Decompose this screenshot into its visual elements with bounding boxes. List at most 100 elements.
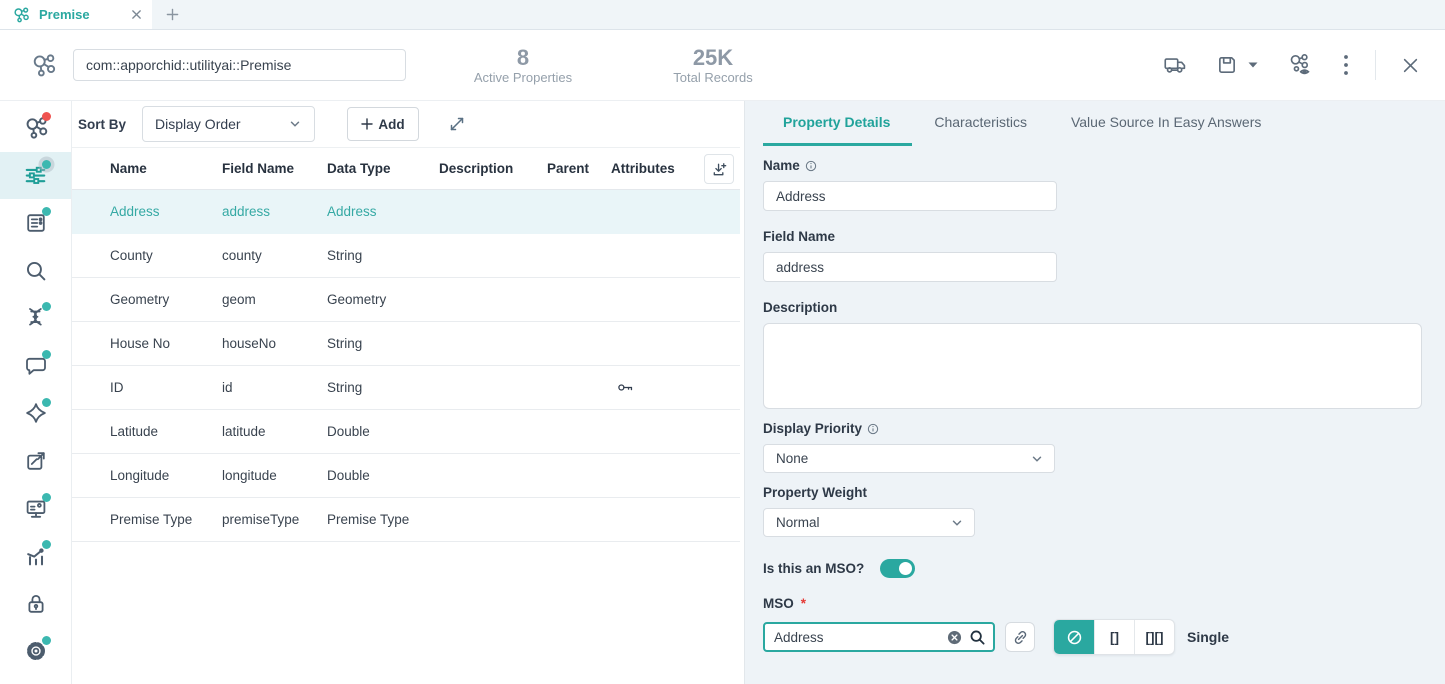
import-properties-button[interactable] (704, 154, 734, 184)
cardinality-double-array-button[interactable]: [][] (1134, 620, 1174, 654)
slash-circle-icon (1066, 629, 1083, 646)
cell-name: Latitude (110, 424, 222, 439)
cell-data-type: Address (327, 204, 439, 219)
graph-eye-icon (1287, 52, 1313, 78)
segment-label: [][] (1146, 630, 1164, 645)
cell-field-name: houseNo (222, 336, 327, 351)
property-weight-select[interactable]: Normal (763, 508, 975, 537)
notification-badge (42, 160, 51, 169)
entity-graph-icon (30, 52, 57, 79)
search-icon (24, 259, 48, 283)
cardinality-none-button[interactable] (1054, 620, 1094, 654)
mso-search-input[interactable] (774, 630, 940, 645)
description-field[interactable] (763, 323, 1422, 409)
chevron-down-icon (1030, 452, 1044, 466)
search-icon[interactable] (969, 629, 986, 646)
chevron-down-icon (950, 516, 964, 530)
segment-label: [] (1110, 630, 1119, 645)
tab-property-details[interactable]: Property Details (763, 101, 912, 146)
tab-characteristics[interactable]: Characteristics (912, 101, 1049, 146)
clear-icon[interactable] (947, 630, 962, 645)
plus-icon (361, 118, 373, 130)
save-button[interactable] (1216, 54, 1259, 76)
col-attributes: Attributes (611, 161, 696, 176)
table-row-id[interactable]: ID id String (72, 366, 740, 410)
cell-data-type: String (327, 380, 439, 395)
security-lock-icon (24, 592, 48, 616)
link-entity-button[interactable] (1005, 622, 1035, 652)
expand-panel-button[interactable] (449, 116, 465, 132)
table-row-address[interactable]: Address address Address (72, 190, 740, 234)
save-dropdown-caret-icon[interactable] (1247, 61, 1259, 69)
entity-name-input[interactable] (73, 49, 406, 81)
sidebar-item-search[interactable] (0, 247, 71, 295)
sort-by-select[interactable]: Display Order (142, 106, 315, 142)
sidebar (0, 101, 72, 684)
name-field[interactable] (763, 181, 1057, 211)
table-header: Name Field Name Data Type Description Pa… (72, 147, 740, 190)
sidebar-item-security[interactable] (0, 580, 71, 628)
display-priority-select[interactable]: None (763, 444, 1055, 473)
tab-premise[interactable]: Premise (0, 0, 152, 29)
stat-label: Active Properties (448, 70, 598, 85)
tab-value-source[interactable]: Value Source In Easy Answers (1049, 101, 1283, 146)
tab-label: Value Source In Easy Answers (1071, 114, 1261, 130)
sidebar-item-publish[interactable] (0, 437, 71, 485)
sidebar-item-ai-insights[interactable] (0, 390, 71, 438)
required-marker: * (801, 596, 806, 611)
entity-graph-icon (12, 6, 30, 24)
notification-badge (42, 207, 51, 216)
cell-field-name: address (222, 204, 327, 219)
sidebar-item-data-source[interactable] (0, 199, 71, 247)
view-model-button[interactable] (1287, 52, 1313, 78)
truck-icon (1162, 54, 1188, 76)
field-name-label: Field Name (763, 229, 1423, 244)
table-row-premise-type[interactable]: Premise Type premiseType Premise Type (72, 498, 740, 542)
toggle-knob (899, 562, 912, 575)
cell-data-type: Geometry (327, 292, 439, 307)
deploy-truck-button[interactable] (1162, 54, 1188, 76)
notification-badge (42, 540, 51, 549)
cardinality-segments: [] [][] (1053, 619, 1175, 655)
sidebar-item-lineage[interactable] (0, 294, 71, 342)
table-row-latitude[interactable]: Latitude latitude Double (72, 410, 740, 454)
table-row-county[interactable]: County county String (72, 234, 740, 278)
stat-total-records: 25K Total Records (638, 45, 788, 85)
notification-badge (42, 398, 51, 407)
is-mso-toggle[interactable] (880, 559, 915, 578)
notification-badge (42, 302, 51, 311)
cardinality-single-array-button[interactable]: [] (1094, 620, 1134, 654)
sidebar-item-analytics[interactable] (0, 532, 71, 580)
expand-diagonal-icon (449, 116, 465, 132)
tab-bar: Premise (0, 0, 1445, 30)
stat-label: Total Records (638, 70, 788, 85)
sidebar-item-properties[interactable] (0, 152, 71, 200)
cardinality-mode-label: Single (1187, 629, 1229, 645)
cell-field-name: premiseType (222, 512, 327, 527)
stat-value: 25K (638, 45, 788, 70)
table-row-house-no[interactable]: House No houseNo String (72, 322, 740, 366)
sidebar-item-monitor[interactable] (0, 485, 71, 533)
tab-label: Premise (39, 7, 90, 22)
notification-badge (42, 493, 51, 502)
sidebar-item-settings[interactable] (0, 628, 71, 676)
add-label: Add (378, 117, 404, 132)
property-weight-label: Property Weight (763, 485, 1423, 500)
sort-by-label: Sort By (78, 117, 126, 132)
cell-name: County (110, 248, 222, 263)
more-options-button[interactable] (1343, 54, 1349, 76)
kebab-menu-icon (1343, 54, 1349, 76)
tab-close-icon[interactable] (131, 9, 142, 20)
notification-badge (42, 350, 51, 359)
table-row-geometry[interactable]: Geometry geom Geometry (72, 278, 740, 322)
sidebar-item-model[interactable] (0, 104, 71, 152)
add-property-button[interactable]: Add (347, 107, 419, 141)
field-name-field[interactable] (763, 252, 1057, 282)
properties-list-panel: Sort By Display Order Add Name Field Nam… (72, 101, 744, 684)
table-row-longitude[interactable]: Longitude longitude Double (72, 454, 740, 498)
tab-label: Characteristics (934, 114, 1027, 130)
sidebar-item-comments[interactable] (0, 342, 71, 390)
publish-edit-icon (24, 449, 48, 473)
new-tab-button[interactable] (152, 0, 192, 29)
close-button[interactable] (1402, 57, 1419, 74)
